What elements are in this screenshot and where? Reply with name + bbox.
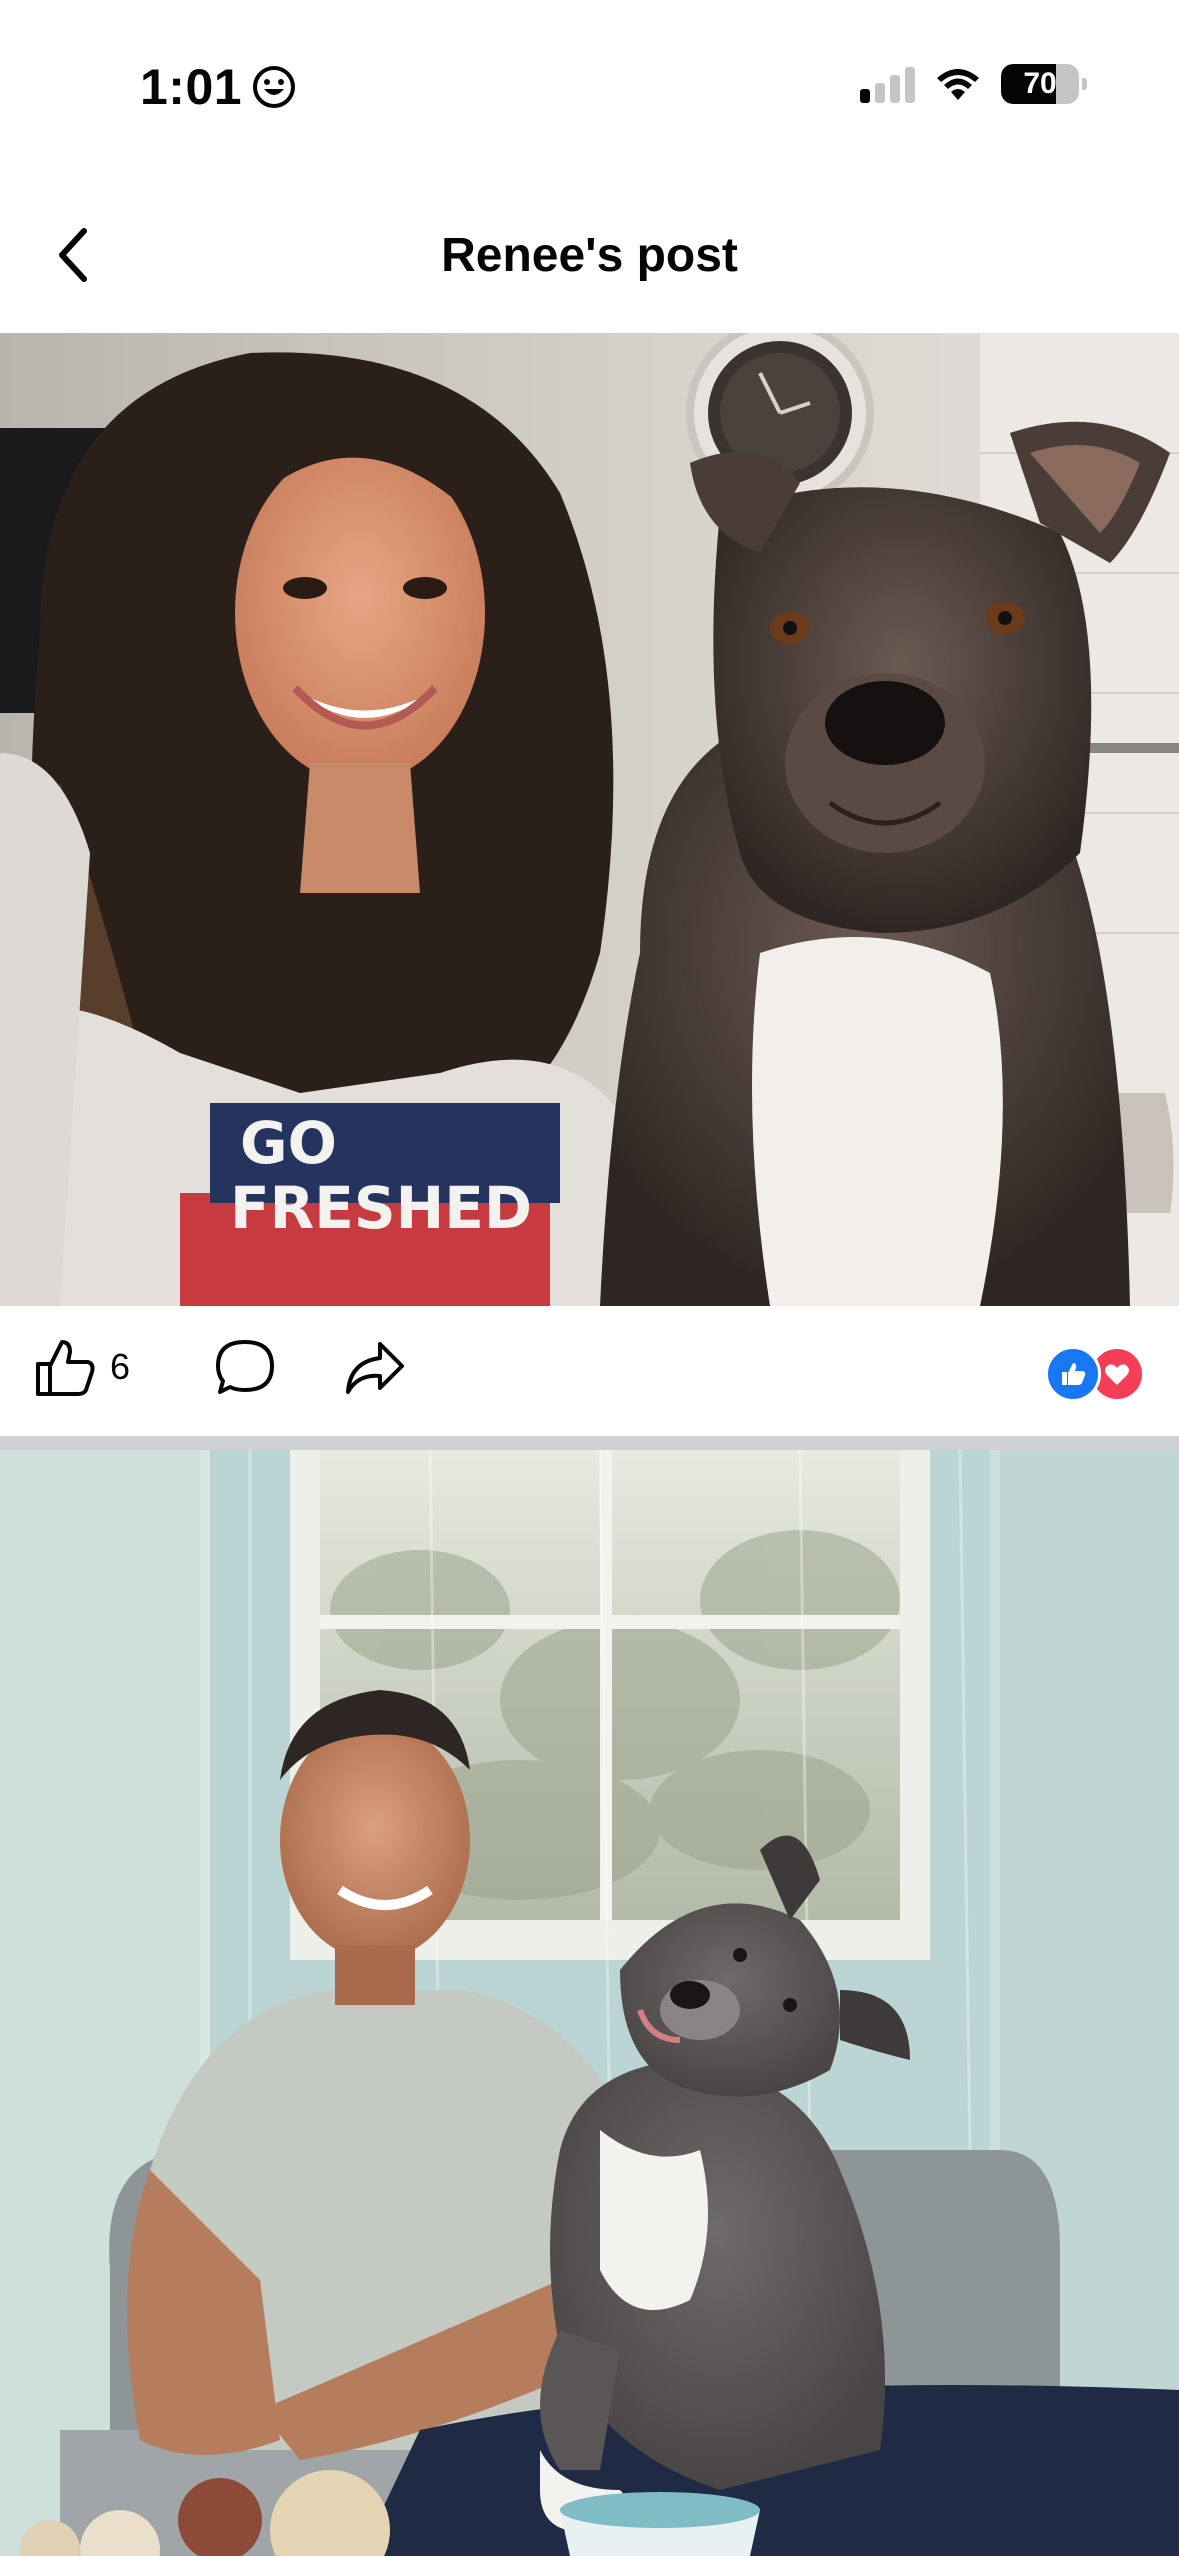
battery-icon: 70 <box>1001 64 1087 104</box>
battery-level: 70 <box>1023 67 1057 100</box>
post-photo-woman-with-dog[interactable]: GO FRESHED <box>0 333 1179 1306</box>
post-actions: 6 <box>0 1306 1179 1436</box>
post-header: Renee's post <box>0 180 1179 330</box>
like-count: 6 <box>110 1346 131 1387</box>
post-separator <box>0 1436 1179 1450</box>
cellular-signal-icon <box>860 65 915 103</box>
smiley-face-icon <box>253 66 296 108</box>
like-button[interactable]: 6 <box>34 1336 130 1398</box>
svg-text:GO: GO <box>240 1109 337 1177</box>
post-photo-man-with-dog[interactable] <box>0 1450 1179 2556</box>
photo-woman-with-dog: GO FRESHED <box>0 333 1179 1306</box>
page-title: Renee's post <box>441 229 738 282</box>
wifi-icon <box>937 69 979 100</box>
svg-text:FRESHED: FRESHED <box>230 1174 532 1242</box>
reaction-summary[interactable] <box>1045 1346 1145 1402</box>
comment-button[interactable] <box>214 1336 276 1403</box>
status-bar: 1:01 70 <box>0 0 1179 160</box>
share-arrow-icon <box>346 1342 404 1394</box>
like-reaction-icon <box>1045 1346 1101 1402</box>
photo-man-with-dog <box>0 1450 1179 2556</box>
status-time: 1:01 <box>140 59 243 115</box>
comment-bubble-icon <box>216 1340 274 1394</box>
status-indicators: 70 <box>860 64 1087 104</box>
status-time-group: 1:01 <box>140 58 296 116</box>
thumbs-up-icon <box>36 1340 95 1396</box>
share-button[interactable] <box>344 1336 406 1403</box>
